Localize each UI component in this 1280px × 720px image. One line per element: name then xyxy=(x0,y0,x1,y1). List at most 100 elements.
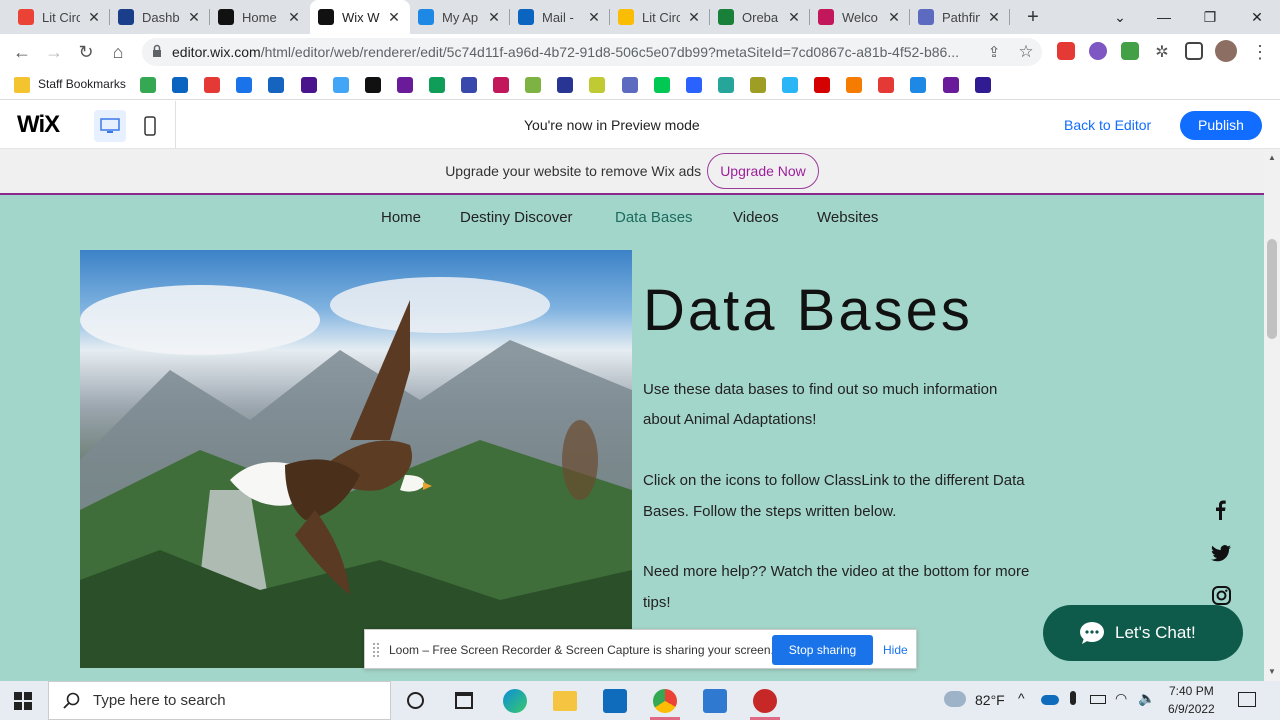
loom-app-icon[interactable] xyxy=(753,689,777,713)
extension-icon[interactable] xyxy=(1089,42,1107,60)
browser-tab[interactable]: Lit Circ ✕ xyxy=(10,0,110,34)
bookmark-icon[interactable] xyxy=(396,77,413,93)
tab-close-icon[interactable]: ✕ xyxy=(686,9,702,26)
edge-icon[interactable] xyxy=(503,689,527,713)
bookmark-icon[interactable] xyxy=(685,77,702,93)
forward-icon[interactable]: → xyxy=(40,38,68,66)
nav-destiny-discover[interactable]: Destiny Discover xyxy=(460,209,573,226)
browser-tab[interactable]: Oreba ✕ xyxy=(710,0,810,34)
back-icon[interactable]: ← xyxy=(8,38,36,66)
bookmark-icon[interactable] xyxy=(878,77,895,93)
mobile-view-icon[interactable] xyxy=(140,110,160,142)
scroll-thumb[interactable] xyxy=(1267,239,1277,339)
bookmark-icon[interactable] xyxy=(910,77,927,93)
bookmark-icon[interactable] xyxy=(172,77,189,93)
bookmark-icon[interactable] xyxy=(717,77,734,93)
hide-button[interactable]: Hide xyxy=(883,643,908,657)
url-bar[interactable]: editor.wix.com/html/editor/web/renderer/… xyxy=(142,38,1042,66)
bookmark-icon[interactable] xyxy=(461,77,477,93)
share-icon[interactable]: ⇪ xyxy=(980,38,1008,66)
bookmark-icon[interactable] xyxy=(268,77,285,93)
bookmark-icon[interactable] xyxy=(525,77,542,93)
bookmark-icon[interactable] xyxy=(653,77,670,93)
chrome-icon[interactable] xyxy=(653,689,677,713)
file-explorer-icon[interactable] xyxy=(553,691,577,711)
scroll-up-arrow[interactable]: ▲ xyxy=(1268,153,1276,162)
outlook-icon[interactable] xyxy=(603,689,627,713)
folder-icon[interactable] xyxy=(14,77,30,93)
tab-close-icon[interactable]: ✕ xyxy=(86,9,102,26)
bookmark-icon[interactable] xyxy=(300,77,317,93)
bookmark-icon[interactable] xyxy=(974,77,991,93)
bookmark-icon[interactable] xyxy=(814,77,831,93)
bookmark-icon[interactable] xyxy=(332,77,349,93)
tab-close-icon[interactable]: ✕ xyxy=(586,9,602,26)
store-icon[interactable] xyxy=(703,689,727,713)
nav-home[interactable]: Home xyxy=(381,209,421,226)
browser-tab[interactable]: My Ap ✕ xyxy=(410,0,510,34)
bookmark-icon[interactable] xyxy=(204,77,221,93)
stop-sharing-button[interactable]: Stop sharing xyxy=(772,635,873,665)
extension-icon[interactable] xyxy=(1121,42,1139,60)
scroll-down-arrow[interactable]: ▼ xyxy=(1268,667,1276,676)
tab-close-icon[interactable]: ✕ xyxy=(486,9,502,26)
notifications-icon[interactable] xyxy=(1238,692,1256,707)
bookmark-icon[interactable] xyxy=(428,77,445,93)
close-window-button[interactable]: ✕ xyxy=(1234,0,1280,34)
bookmark-icon[interactable] xyxy=(140,77,156,93)
weather-icon[interactable] xyxy=(944,691,966,707)
upgrade-now-button[interactable]: Upgrade Now xyxy=(707,153,819,189)
browser-tab[interactable]: Mail - ✕ xyxy=(510,0,610,34)
bookmark-icon[interactable] xyxy=(589,77,606,93)
page-scrollbar[interactable]: ▲ ▼ xyxy=(1264,149,1280,681)
task-view-icon[interactable] xyxy=(455,692,473,709)
avatar[interactable] xyxy=(1215,40,1237,62)
nav-videos[interactable]: Videos xyxy=(733,209,779,226)
bookmark-icon[interactable] xyxy=(493,77,510,93)
twitter-icon[interactable] xyxy=(1211,544,1231,562)
puzzle-icon[interactable]: ✲ xyxy=(1148,38,1176,66)
bookmarks-folder-label[interactable]: Staff Bookmarks xyxy=(38,77,126,91)
tab-search-icon[interactable]: ⌄ xyxy=(1097,0,1143,34)
tab-close-icon[interactable]: ✕ xyxy=(886,9,902,26)
clock-time[interactable]: 7:40 PM xyxy=(1169,684,1214,698)
bookmark-icon[interactable] xyxy=(621,77,638,93)
wifi-icon[interactable]: ◠ xyxy=(1115,690,1127,707)
battery-icon[interactable] xyxy=(1090,695,1106,704)
tab-close-icon[interactable]: ✕ xyxy=(986,9,1002,26)
bookmark-icon[interactable] xyxy=(782,77,798,93)
reload-icon[interactable]: ↻ xyxy=(72,38,100,66)
minimize-button[interactable]: — xyxy=(1141,0,1187,34)
volume-icon[interactable]: 🔈 xyxy=(1138,690,1155,707)
temperature[interactable]: 82°F xyxy=(975,692,1005,708)
browser-tab[interactable]: Home ✕ xyxy=(210,0,310,34)
browser-tab[interactable]: Lit Circ ✕ xyxy=(610,0,710,34)
windows-start-icon[interactable] xyxy=(14,692,32,710)
cortana-icon[interactable] xyxy=(407,692,424,709)
clock-date[interactable]: 6/9/2022 xyxy=(1168,702,1215,716)
bookmark-icon[interactable] xyxy=(942,77,959,93)
browser-tab[interactable]: Welco ✕ xyxy=(810,0,910,34)
tab-close-icon[interactable]: ✕ xyxy=(286,9,302,26)
chat-button[interactable]: Let's Chat! xyxy=(1043,605,1243,661)
taskbar-search[interactable]: Type here to search xyxy=(48,681,391,720)
bookmark-icon[interactable] xyxy=(557,77,574,93)
microphone-icon[interactable] xyxy=(1070,691,1076,705)
extension-icon[interactable] xyxy=(1057,42,1075,60)
tab-close-icon[interactable]: ✕ xyxy=(386,9,402,26)
nav-websites[interactable]: Websites xyxy=(817,209,878,226)
tab-close-icon[interactable]: ✕ xyxy=(186,9,202,26)
home-icon[interactable]: ⌂ xyxy=(104,38,132,66)
facebook-icon[interactable] xyxy=(1212,500,1230,520)
star-icon[interactable]: ☆ xyxy=(1012,38,1040,66)
instagram-icon[interactable] xyxy=(1212,586,1231,605)
publish-button[interactable]: Publish xyxy=(1180,111,1262,140)
nav-data-bases[interactable]: Data Bases xyxy=(615,209,693,226)
bookmark-icon[interactable] xyxy=(846,77,863,93)
bookmark-icon[interactable] xyxy=(364,77,381,93)
desktop-view-icon[interactable] xyxy=(94,110,126,142)
browser-tab[interactable]: Pathfin ✕ xyxy=(910,0,1010,34)
bookmark-icon[interactable] xyxy=(749,77,766,93)
tab-close-icon[interactable]: ✕ xyxy=(786,9,802,26)
drag-handle-icon[interactable] xyxy=(373,643,379,657)
